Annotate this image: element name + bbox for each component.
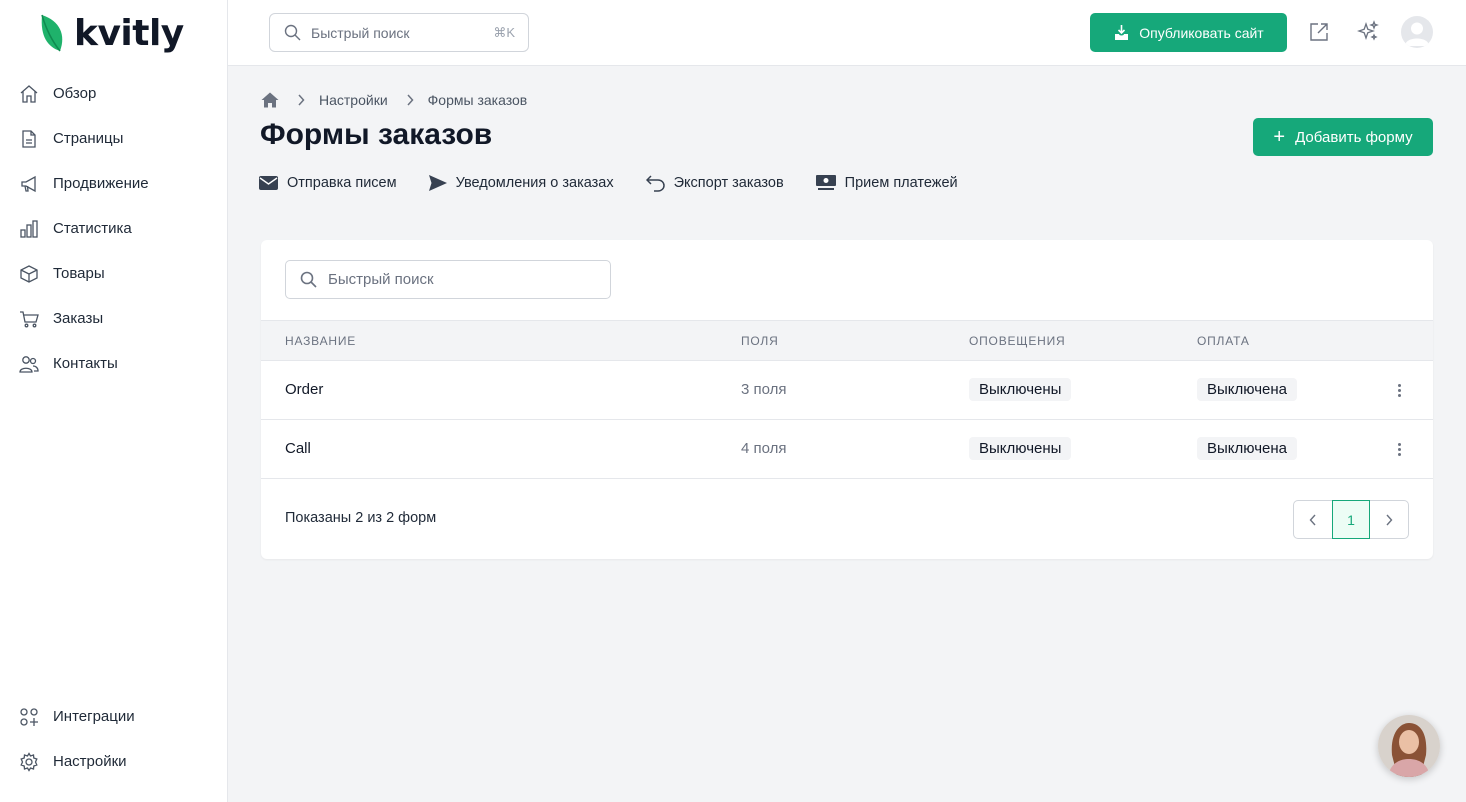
subnav-order-export[interactable]: Экспорт заказов: [645, 174, 784, 192]
sidebar-item-products[interactable]: Товары: [0, 251, 228, 296]
table-row[interactable]: Order 3 поля Выключены Выключена: [261, 361, 1433, 420]
breadcrumb-item-settings[interactable]: Настройки: [319, 92, 388, 108]
pagination: 1: [1293, 500, 1409, 539]
topbar: Быстрый поиск ⌘K Опубликовать сайт: [228, 0, 1466, 66]
chevron-left-icon: [1309, 514, 1317, 526]
sidebar-item-integrations[interactable]: Интеграции: [0, 694, 228, 739]
publish-icon: [1113, 24, 1130, 41]
publish-label: Опубликовать сайт: [1139, 24, 1264, 41]
search-icon: [300, 271, 317, 288]
notifications-status-badge: Выключены: [969, 378, 1072, 401]
sidebar-item-label: Интеграции: [53, 708, 135, 725]
breadcrumb-item-current: Формы заказов: [427, 92, 528, 108]
send-icon: [428, 175, 447, 191]
payment-status-badge: Выключена: [1197, 378, 1297, 401]
column-header-fields: ПОЛЯ: [741, 334, 779, 348]
sidebar-item-label: Обзор: [53, 85, 97, 102]
sidebar-bottom-nav: Интеграции Настройки: [0, 694, 228, 784]
page-button-current[interactable]: 1: [1332, 500, 1370, 539]
global-search-input[interactable]: Быстрый поиск ⌘K: [269, 13, 529, 52]
file-icon: [18, 128, 40, 150]
subnav-email-sending[interactable]: Отправка писем: [259, 175, 397, 191]
sidebar-item-label: Заказы: [53, 310, 104, 327]
table-header: НАЗВАНИЕ ПОЛЯ ОПОВЕЩЕНИЯ ОПЛАТА: [261, 320, 1433, 361]
search-shortcut: ⌘K: [493, 24, 515, 40]
sidebar-item-settings[interactable]: Настройки: [0, 739, 228, 784]
plus-icon: +: [1273, 126, 1286, 148]
sidebar-item-label: Контакты: [53, 355, 118, 372]
add-form-label: Добавить форму: [1295, 128, 1413, 146]
search-icon: [284, 24, 301, 41]
publish-site-button[interactable]: Опубликовать сайт: [1090, 13, 1287, 52]
chevron-right-icon: [1385, 514, 1393, 526]
row-menu-icon[interactable]: [1389, 438, 1409, 460]
sidebar-item-overview[interactable]: Обзор: [0, 71, 228, 116]
subnav-payments[interactable]: Прием платежей: [815, 175, 958, 191]
sidebar-item-label: Товары: [53, 265, 105, 282]
subnav-order-notifications[interactable]: Уведомления о заказах: [428, 175, 614, 191]
users-icon: [18, 353, 40, 375]
sidebar-item-contacts[interactable]: Контакты: [0, 341, 228, 386]
megaphone-icon: [18, 173, 40, 195]
add-form-button[interactable]: + Добавить форму: [1253, 118, 1433, 156]
sidebar-nav: Обзор Страницы Продвижение Статистика То…: [0, 71, 228, 386]
form-fields-count: 3 поля: [741, 381, 787, 398]
form-name[interactable]: Call: [285, 440, 311, 457]
column-header-payment: ОПЛАТА: [1197, 334, 1250, 348]
apps-plus-icon: [18, 706, 40, 728]
undo-arrow-icon: [645, 174, 665, 192]
sidebar: kvitly Обзор Страницы Продвижение Статис…: [0, 0, 228, 802]
cart-icon: [18, 308, 40, 330]
subnav-label: Экспорт заказов: [673, 175, 784, 191]
column-header-name: НАЗВАНИЕ: [285, 334, 357, 348]
subnav-label: Отправка писем: [287, 175, 397, 191]
logo-text: kvitly: [74, 12, 184, 54]
sidebar-item-label: Продвижение: [53, 175, 149, 192]
subnav-label: Прием платежей: [844, 175, 958, 191]
gear-icon: [18, 751, 40, 773]
money-icon: [815, 175, 836, 191]
home-icon: [18, 83, 40, 105]
box-icon: [18, 263, 40, 285]
sparkles-icon[interactable]: [1354, 18, 1382, 46]
notifications-status-badge: Выключены: [969, 437, 1072, 460]
payment-status-badge: Выключена: [1197, 437, 1297, 460]
page-title: Формы заказов: [260, 118, 493, 151]
user-avatar[interactable]: [1401, 16, 1433, 48]
leaf-logo-icon: [41, 14, 63, 52]
form-fields-count: 4 поля: [741, 440, 787, 457]
envelope-icon: [259, 176, 278, 190]
home-icon[interactable]: [261, 92, 279, 108]
table-row[interactable]: Call 4 поля Выключены Выключена: [261, 420, 1433, 479]
sidebar-item-label: Страницы: [53, 130, 124, 147]
bar-chart-icon: [18, 218, 40, 240]
logo[interactable]: kvitly: [38, 12, 184, 54]
prev-page-button[interactable]: [1294, 501, 1332, 538]
sidebar-item-label: Настройки: [53, 753, 127, 770]
external-link-icon[interactable]: [1305, 18, 1333, 46]
row-menu-icon[interactable]: [1389, 379, 1409, 401]
results-count: Показаны 2 из 2 форм: [285, 510, 437, 526]
sidebar-item-label: Статистика: [53, 220, 132, 237]
settings-subnav: Отправка писем Уведомления о заказах Экс…: [259, 172, 990, 194]
table-search-input[interactable]: Быстрый поиск: [285, 260, 611, 299]
form-name[interactable]: Order: [285, 381, 323, 398]
chevron-right-icon: [297, 94, 305, 106]
support-chat-avatar[interactable]: [1378, 715, 1440, 777]
subnav-label: Уведомления о заказах: [455, 175, 614, 191]
breadcrumb: Настройки Формы заказов: [261, 89, 527, 111]
sidebar-item-promotion[interactable]: Продвижение: [0, 161, 228, 206]
sidebar-item-statistics[interactable]: Статистика: [0, 206, 228, 251]
chevron-right-icon: [406, 94, 414, 106]
search-placeholder: Быстрый поиск: [328, 271, 434, 288]
search-placeholder: Быстрый поиск: [311, 24, 410, 41]
column-header-notifications: ОПОВЕЩЕНИЯ: [969, 334, 1066, 348]
sidebar-item-pages[interactable]: Страницы: [0, 116, 228, 161]
forms-table-card: Быстрый поиск НАЗВАНИЕ ПОЛЯ ОПОВЕЩЕНИЯ О…: [261, 240, 1433, 559]
sidebar-item-orders[interactable]: Заказы: [0, 296, 228, 341]
next-page-button[interactable]: [1370, 501, 1408, 538]
